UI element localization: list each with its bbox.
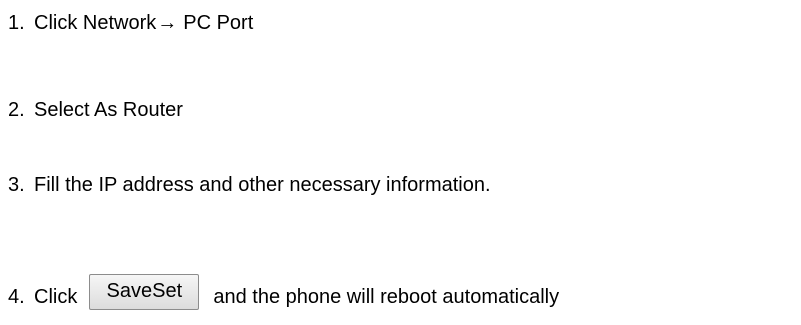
step-text: Fill the IP address and other necessary … (34, 174, 491, 196)
step-4: 4. Click SaveSet and the phone will rebo… (8, 274, 560, 310)
step-text: Click Network (34, 12, 157, 34)
step-text: Select As Router (34, 99, 183, 121)
step-number: 2. (8, 99, 25, 121)
right-arrow-icon: → (157, 12, 178, 34)
step-text-after: and the phone will reboot automatically (213, 286, 560, 308)
step-number: 3. (8, 174, 25, 196)
step-text-menu-item: PC Port (183, 12, 254, 34)
step-1: 1. Click Network → PC Port (8, 10, 253, 36)
step-number: 1. (8, 12, 25, 34)
saveset-button[interactable]: SaveSet (89, 274, 200, 310)
step-text: Click (34, 286, 78, 308)
step-3: 3. Fill the IP address and other necessa… (8, 172, 491, 198)
step-number: 4. (8, 286, 25, 308)
step-2: 2. Select As Router (8, 97, 183, 123)
